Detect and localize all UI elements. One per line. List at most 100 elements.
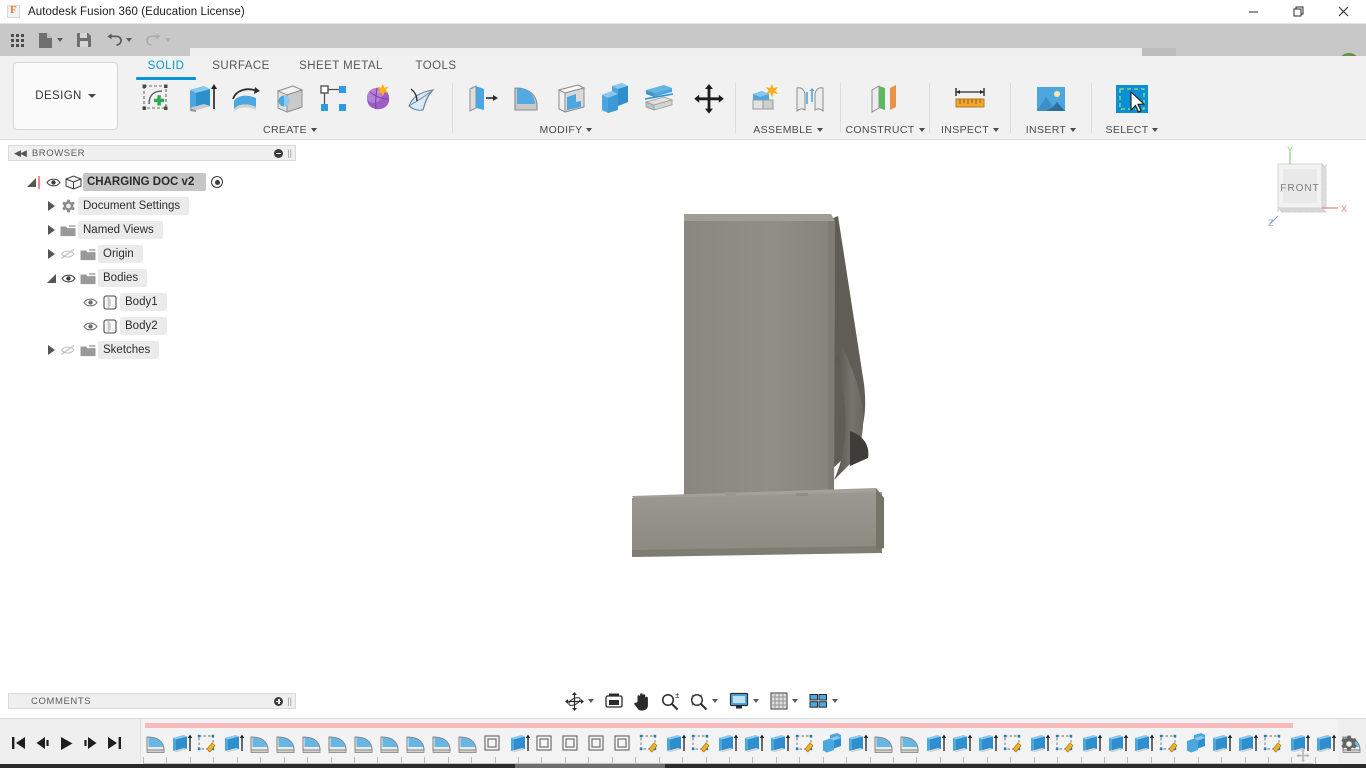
workspace-selector[interactable]: DESIGN: [13, 62, 118, 130]
create-sketch-tool[interactable]: [136, 77, 180, 121]
timeline-feature-sketch[interactable]: [637, 730, 663, 756]
undo-icon[interactable]: [103, 27, 125, 53]
timeline-feature-extrude[interactable]: [923, 730, 949, 756]
timeline-feature-extrude[interactable]: [741, 730, 767, 756]
look-at-icon[interactable]: [601, 689, 627, 713]
viewports-icon[interactable]: [806, 689, 831, 713]
timeline-feature-extrude[interactable]: [767, 730, 793, 756]
timeline-feature-extrude[interactable]: [1131, 730, 1157, 756]
visibility-eye-icon[interactable]: [43, 177, 63, 188]
orbit-caret-icon[interactable]: [588, 699, 594, 703]
undo-caret-icon[interactable]: [126, 38, 132, 42]
go-to-beginning-button[interactable]: [6, 729, 30, 757]
timeline-feature-extrude[interactable]: [1313, 730, 1339, 756]
visibility-hidden-eye-icon[interactable]: [58, 344, 78, 356]
new-component-tool[interactable]: [744, 77, 788, 121]
timeline-feature-extrude[interactable]: [1105, 730, 1131, 756]
save-icon[interactable]: [73, 27, 95, 53]
timeline-feature-sketch[interactable]: [1001, 730, 1027, 756]
timeline-feature-extrude[interactable]: [975, 730, 1001, 756]
timeline-feature-extrude[interactable]: [169, 730, 195, 756]
expander-closed-icon[interactable]: [44, 247, 58, 261]
display-monitor-icon[interactable]: [726, 689, 752, 713]
timeline-feature-fillet[interactable]: [871, 730, 897, 756]
expander-open-icon[interactable]: [44, 271, 58, 285]
timeline-feature-sketch[interactable]: [1261, 730, 1287, 756]
timeline-feature-extrude[interactable]: [221, 730, 247, 756]
timeline-feature-sketch[interactable]: [1053, 730, 1079, 756]
go-to-end-button[interactable]: [102, 729, 126, 757]
timeline-feature-shell[interactable]: [559, 730, 585, 756]
viewcube[interactable]: FRONT Z X Y: [1264, 146, 1356, 238]
app-grid-icon[interactable]: [6, 27, 28, 53]
timeline-feature-extrude[interactable]: [1079, 730, 1105, 756]
timeline-feature-extrude[interactable]: [1235, 730, 1261, 756]
panel-select-label-row[interactable]: SELECT: [1094, 122, 1170, 138]
create-form-tool[interactable]: [400, 77, 444, 121]
timeline-track[interactable]: [140, 719, 1361, 768]
zoom-fit-icon[interactable]: [682, 689, 711, 713]
rectangular-pattern-tool[interactable]: [312, 77, 356, 121]
tree-node-origin[interactable]: Origin: [8, 242, 298, 266]
timeline-feature-fillet[interactable]: [325, 730, 351, 756]
timeline-feature-shell[interactable]: [611, 730, 637, 756]
step-back-button[interactable]: [30, 729, 54, 757]
viewports-caret-icon[interactable]: [832, 699, 838, 703]
timeline-feature-extrude[interactable]: [663, 730, 689, 756]
tree-node-body2[interactable]: Body2: [8, 314, 298, 338]
minimize-button[interactable]: [1231, 0, 1276, 24]
comments-resize-grip[interactable]: ||: [287, 696, 292, 706]
add-comment-icon[interactable]: [274, 696, 284, 706]
step-forward-button[interactable]: [78, 729, 102, 757]
timeline-feature-fillet[interactable]: [247, 730, 273, 756]
timeline-feature-shell[interactable]: [585, 730, 611, 756]
timeline-feature-fillet[interactable]: [351, 730, 377, 756]
expander-closed-icon[interactable]: [44, 223, 58, 237]
tab-surface[interactable]: SURFACE: [196, 56, 286, 76]
bottom-scroll-track[interactable]: [0, 764, 1366, 768]
measure-tool[interactable]: [948, 77, 992, 121]
tree-node-bodies[interactable]: Bodies: [8, 266, 298, 290]
timeline-feature-combine[interactable]: [1183, 730, 1209, 756]
form-tool[interactable]: [356, 77, 400, 121]
timeline-feature-fillet[interactable]: [273, 730, 299, 756]
tree-node-document-settings[interactable]: Document Settings: [8, 194, 298, 218]
timeline-feature-fillet[interactable]: [377, 730, 403, 756]
extrude-tool[interactable]: [180, 77, 224, 121]
tab-sheet-metal[interactable]: SHEET METAL: [286, 56, 396, 76]
offset-plane-tool[interactable]: [863, 77, 907, 121]
new-document-caret-icon[interactable]: [57, 38, 63, 42]
timeline-feature-shell[interactable]: [481, 730, 507, 756]
tab-solid[interactable]: SOLID: [136, 56, 196, 80]
timeline-feature-fillet[interactable]: [299, 730, 325, 756]
tree-node-sketches[interactable]: Sketches: [8, 338, 298, 362]
grid-icon[interactable]: [767, 689, 791, 713]
timeline-feature-shell[interactable]: [533, 730, 559, 756]
timeline-feature-fillet[interactable]: [143, 730, 169, 756]
close-button[interactable]: [1321, 0, 1366, 24]
timeline-feature-fillet[interactable]: [429, 730, 455, 756]
tree-node-body1[interactable]: Body1: [8, 290, 298, 314]
joint-tool[interactable]: [788, 77, 832, 121]
timeline-feature-extrude[interactable]: [507, 730, 533, 756]
panel-modify-label-row[interactable]: MODIFY: [455, 122, 733, 138]
comments-header[interactable]: COMMENTS ||: [8, 693, 296, 709]
play-button[interactable]: [54, 729, 78, 757]
fillet-tool[interactable]: [505, 77, 549, 121]
combine-tool[interactable]: [593, 77, 637, 121]
timeline-feature-extrude[interactable]: [1027, 730, 1053, 756]
model-canvas[interactable]: FRONT Z X Y: [303, 141, 1366, 716]
orbit-icon[interactable]: [562, 689, 587, 713]
expander-closed-icon[interactable]: [44, 199, 58, 213]
revolve-tool[interactable]: [224, 77, 268, 121]
panel-construct-label-row[interactable]: CONSTRUCT: [843, 122, 927, 138]
timeline-feature-extrude[interactable]: [715, 730, 741, 756]
timeline-feature-fillet[interactable]: [455, 730, 481, 756]
collapse-all-icon[interactable]: [274, 148, 284, 158]
timeline-feature-fillet[interactable]: [897, 730, 923, 756]
panel-insert-label-row[interactable]: INSERT: [1013, 122, 1089, 138]
browser-resize-grip[interactable]: ||: [287, 148, 292, 158]
collapse-left-icon[interactable]: ◀◀: [14, 148, 27, 159]
expander-open-icon[interactable]: [24, 175, 38, 189]
tree-node-root[interactable]: CHARGING DOC v2: [8, 170, 298, 194]
